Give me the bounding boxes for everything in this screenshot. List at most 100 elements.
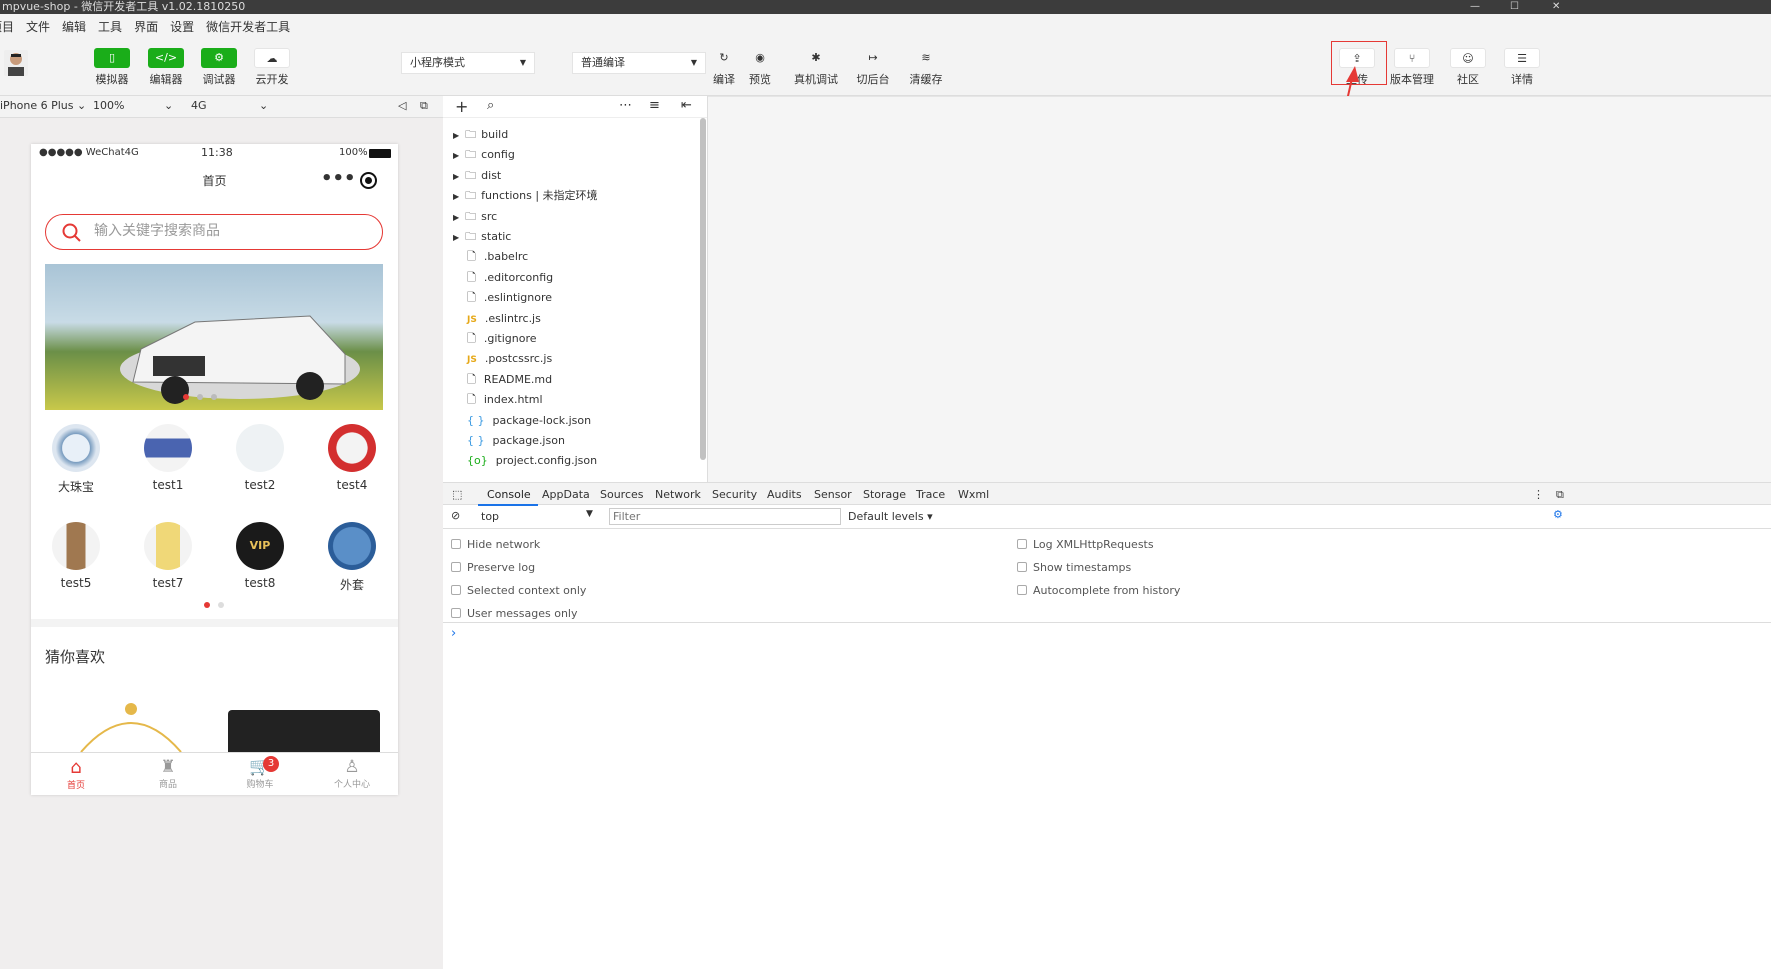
grid-item[interactable]: VIP test8 [230, 522, 290, 590]
community-button[interactable]: ☺ 社区 [1442, 48, 1494, 87]
dock-icon[interactable]: ⧉ [1556, 488, 1564, 502]
tab-appdata[interactable]: AppData [542, 488, 590, 501]
avatar[interactable] [4, 50, 28, 76]
speaker-icon[interactable]: ◁ [398, 99, 406, 112]
more-icon[interactable]: ⋯ [619, 98, 632, 113]
grid-item[interactable]: test4 [322, 424, 382, 492]
folder-row[interactable]: ▶ 🗀 src [453, 207, 497, 227]
tab-cart[interactable]: 🛒 购物车 [230, 757, 290, 790]
menu-devtools[interactable]: 微信开发者工具 [206, 18, 290, 35]
folder-row[interactable]: ▶ 🗀 config [453, 145, 515, 165]
filter-input[interactable] [609, 508, 841, 525]
tab-profile[interactable]: ♙ 个人中心 [322, 757, 382, 790]
menu-view[interactable]: 界面 [134, 18, 158, 35]
tab-sensor[interactable]: Sensor [814, 488, 852, 501]
checkbox-selected-context[interactable]: Selected context only [451, 584, 586, 597]
preview-button[interactable]: ◉ 预览 [734, 48, 786, 87]
clear-cache-button[interactable]: ≋ 清缓存 [900, 48, 952, 87]
folder-row[interactable]: ▶ 🗀 functions | 未指定环境 [453, 186, 598, 206]
file-row[interactable]: 🗋 index.html [467, 390, 543, 410]
more-icon[interactable]: ••• [321, 168, 356, 189]
tab-home[interactable]: ⌂ 首页 [46, 757, 106, 791]
grid-item[interactable]: 外套 [322, 522, 382, 593]
simulator-button[interactable]: ▯ 模拟器 [86, 48, 138, 87]
tab-goods[interactable]: ♜ 商品 [138, 757, 198, 790]
tab-audits[interactable]: Audits [767, 488, 802, 501]
checkbox-timestamps[interactable]: Show timestamps [1017, 561, 1131, 574]
checkbox-autocomplete[interactable]: Autocomplete from history [1017, 584, 1180, 597]
folder-row[interactable]: ▶ 🗀 build [453, 125, 508, 145]
file-row[interactable]: JS .postcssrc.js [467, 349, 552, 369]
grid-item[interactable]: test1 [138, 424, 198, 492]
file-row[interactable]: 🗋 .editorconfig [467, 268, 553, 288]
folder-row[interactable]: ▶ 🗀 static [453, 227, 511, 247]
remote-debug-button[interactable]: ✱ 真机调试 [790, 48, 842, 87]
grid-item[interactable]: test7 [138, 522, 198, 590]
file-row[interactable]: JS .eslintrc.js [467, 309, 541, 329]
grid-item[interactable]: 大珠宝 [46, 424, 106, 495]
close-icon[interactable]: ✕ [1552, 0, 1560, 14]
menu-file[interactable]: 文件 [26, 18, 50, 35]
file-row[interactable]: 🗋 .gitignore [467, 329, 537, 349]
menu-project[interactable]: 项目 [0, 18, 14, 35]
collapse-icon[interactable]: ⇤ [681, 98, 692, 113]
tab-console[interactable]: Console [487, 488, 531, 501]
car-banner-image [120, 315, 360, 404]
tab-trace[interactable]: Trace [916, 488, 945, 501]
file-row[interactable]: { } package.json [467, 431, 565, 451]
maximize-icon[interactable]: ☐ [1510, 0, 1519, 14]
file-row[interactable]: 🗋 .babelrc [467, 247, 528, 267]
close-miniapp-icon[interactable] [360, 172, 377, 189]
zoom-select[interactable]: 100% [93, 99, 124, 112]
tab-security[interactable]: Security [712, 488, 757, 501]
console-prompt[interactable]: › [451, 626, 456, 641]
popout-icon[interactable]: ⧉ [420, 99, 428, 113]
version-button[interactable]: ⑂ 版本管理 [1386, 48, 1438, 87]
file-row[interactable]: 🗋 .eslintignore [467, 288, 552, 308]
kebab-icon[interactable]: ⋮ [1533, 488, 1544, 501]
chevron-down-icon[interactable]: ⌄ [164, 99, 173, 112]
settings-gear-icon[interactable]: ⚙ [1553, 508, 1563, 521]
tab-network[interactable]: Network [655, 488, 701, 501]
levels-select[interactable]: Default levels ▾ [848, 510, 933, 523]
file-row[interactable]: { } package-lock.json [467, 411, 591, 431]
banner-carousel[interactable] [45, 264, 383, 410]
tab-sources[interactable]: Sources [600, 488, 644, 501]
grid-item[interactable]: test2 [230, 424, 290, 492]
scrollbar[interactable] [700, 118, 706, 460]
caret-right-icon: ▶ [453, 131, 460, 140]
menu-settings[interactable]: 设置 [170, 18, 194, 35]
folder-row[interactable]: ▶ 🗀 dist [453, 166, 501, 186]
search-icon[interactable]: ⌕ [487, 98, 494, 113]
context-select[interactable]: top [481, 510, 499, 523]
clear-console-icon[interactable]: ⊘ [451, 509, 460, 522]
device-select[interactable]: iPhone 6 Plus ⌄ [0, 99, 86, 112]
sort-icon[interactable]: ≡ [649, 98, 660, 113]
inspect-icon[interactable]: ⬚ [452, 488, 462, 501]
mode-select[interactable]: 小程序模式 ▼ [401, 52, 535, 74]
minimize-icon[interactable]: — [1470, 0, 1480, 14]
explorer-toolbar: + ⌕ ⋯ ≡ ⇤ [443, 96, 707, 118]
file-row[interactable]: {o} project.config.json [467, 451, 597, 471]
file-row[interactable]: 🗋 README.md [467, 370, 552, 390]
menu-tools[interactable]: 工具 [98, 18, 122, 35]
add-icon[interactable]: + [455, 97, 468, 116]
menu-edit[interactable]: 编辑 [62, 18, 86, 35]
background-button[interactable]: ↦ 切后台 [847, 48, 899, 87]
debugger-button[interactable]: ⚙ 调试器 [193, 48, 245, 87]
chevron-down-icon[interactable]: ⌄ [259, 99, 268, 112]
cloud-dev-button[interactable]: ☁ 云开发 [246, 48, 298, 87]
editor-button[interactable]: </> 编辑器 [140, 48, 192, 87]
tab-storage[interactable]: Storage [863, 488, 906, 501]
compile-select[interactable]: 普通编译 ▼ [572, 52, 706, 74]
checkbox-preserve-log[interactable]: Preserve log [451, 561, 535, 574]
tab-wxml[interactable]: Wxml [958, 488, 989, 501]
checkbox-log-xhr[interactable]: Log XMLHttpRequests [1017, 538, 1154, 551]
chevron-down-icon[interactable]: ▼ [586, 509, 593, 519]
network-select[interactable]: 4G [191, 99, 207, 112]
search-input[interactable]: 输入关键字搜索商品 [45, 214, 383, 250]
checkbox-hide-network[interactable]: Hide network [451, 538, 540, 551]
details-button[interactable]: ☰ 详情 [1496, 48, 1548, 87]
grid-item[interactable]: test5 [46, 522, 106, 590]
checkbox-user-messages[interactable]: User messages only [451, 607, 578, 620]
